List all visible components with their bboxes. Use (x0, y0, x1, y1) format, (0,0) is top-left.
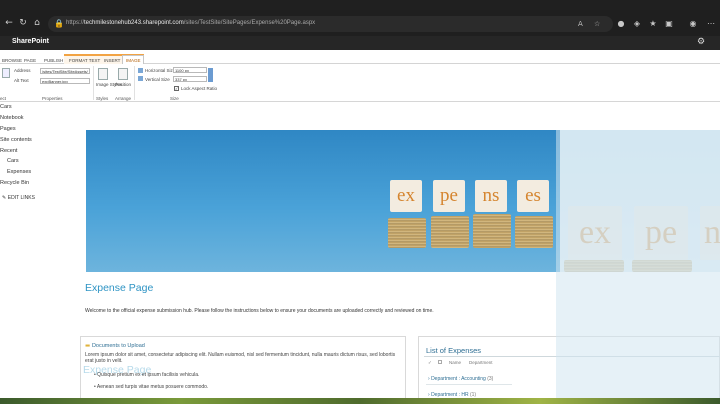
documents-title: ▬ Documents to Upload (85, 343, 145, 349)
coin-stack (473, 214, 511, 248)
edit-links-label: EDIT LINKS (7, 195, 35, 201)
refresh-icon[interactable]: ↻ (18, 18, 28, 28)
size-spinner-icon[interactable] (208, 68, 213, 82)
back-icon[interactable]: ← (4, 18, 14, 28)
nav-item-notebook[interactable]: Notebook (0, 115, 24, 121)
welcome-text: Welcome to the official expense submissi… (85, 308, 434, 314)
position-label[interactable]: Position (115, 82, 131, 87)
faded-overlay-image (556, 130, 720, 404)
profile-icon[interactable]: ◉ (688, 19, 698, 29)
extensions-puzzle-icon[interactable]: ◈ (632, 19, 642, 29)
group-properties-label: Properties (42, 96, 63, 101)
address-row: ← ↻ ⌂ 🔒 https://techmilestonehub243.shar… (0, 14, 720, 34)
block-letters: es (517, 180, 549, 212)
read-aloud-icon[interactable]: A (578, 20, 583, 28)
image-styles-icon[interactable] (98, 68, 108, 80)
collections-icon[interactable]: ▣ (664, 19, 674, 29)
desktop-wallpaper-strip (0, 398, 720, 404)
tab-insert[interactable]: INSERT (104, 58, 120, 63)
alt-text-input[interactable]: expBanner.jpg (40, 78, 90, 84)
more-menu-icon[interactable]: ⋯ (706, 19, 716, 29)
tab-image[interactable]: IMAGE (126, 58, 141, 63)
column-header-name[interactable]: Name (449, 360, 461, 365)
address-bar[interactable]: 🔒 https://techmilestonehub243.sharepoint… (48, 16, 613, 32)
vertical-size-icon (138, 76, 143, 81)
list-item: • Aenean sed turpis vitae metus posuere … (94, 384, 209, 390)
group-divider (426, 384, 512, 385)
expenses-title: List of Expenses (426, 346, 482, 355)
horizontal-size-input[interactable]: 1100 px (173, 67, 207, 73)
coin-stack (431, 216, 469, 248)
lock-aspect-checkbox[interactable]: ✓ (174, 86, 179, 91)
lock-aspect-label: Lock Aspect Ratio (181, 86, 218, 91)
nav-item-cars[interactable]: Cars (0, 104, 12, 110)
ribbon-divider (93, 66, 94, 100)
group-select-label: ect (0, 96, 7, 101)
nav-item-recycle-bin[interactable]: Recycle Bin (0, 180, 29, 186)
column-header-department[interactable]: Department (469, 360, 493, 365)
group-row-accounting[interactable]: › Department : Accounting (3) (428, 376, 493, 382)
horizontal-size-label: Horizontal Size (145, 68, 176, 73)
group-arrange-label: Arrange (115, 96, 132, 101)
ribbon-divider (134, 66, 135, 100)
alt-text-label: Alt Text (14, 78, 29, 83)
vertical-size-input[interactable]: 337 px (173, 76, 207, 82)
vertical-size-label: Vertical Size (145, 77, 170, 82)
documents-title-text: Documents to Upload (91, 343, 145, 349)
nav-item-pages[interactable]: Pages (0, 126, 16, 132)
address-label: Address (14, 68, 31, 73)
tab-page[interactable]: PAGE (24, 58, 36, 63)
settings-gear-icon[interactable]: ⚙ (697, 37, 705, 47)
suite-title[interactable]: SharePoint (12, 38, 49, 45)
group-size-label: Size (170, 96, 179, 101)
documents-body-text: Lorem ipsum dolor sit amet, consectetur … (85, 352, 396, 364)
url-text: https://techmilestonehub243.sharepoint.c… (66, 20, 316, 26)
favorites-icon[interactable]: ★ (648, 19, 658, 29)
nav-item-recent[interactable]: Recent (0, 148, 17, 154)
horizontal-size-icon (138, 68, 143, 73)
suite-bar: SharePoint ⚙ (0, 36, 720, 50)
tab-publish[interactable]: PUBLISH (44, 58, 63, 63)
nav-item-site-contents[interactable]: Site contents (0, 137, 32, 143)
browser-tab-strip (0, 0, 720, 10)
lock-icon: 🔒 (54, 19, 64, 28)
page-title: Expense Page (85, 282, 154, 294)
folder-icon: ▬ (85, 343, 92, 349)
block-letters: pe (433, 180, 465, 212)
favorite-star-icon[interactable]: ☆ (594, 20, 600, 28)
tab-browse[interactable]: BROWSE (2, 58, 22, 63)
extension-icon[interactable]: ● (616, 19, 626, 29)
nav-item-recent-cars[interactable]: Cars (7, 158, 19, 164)
select-image-icon[interactable] (2, 68, 10, 78)
coin-stack (388, 218, 426, 248)
edit-links-link[interactable]: ✎ EDIT LINKS (2, 195, 35, 201)
group-styles-label: Styles (96, 96, 109, 101)
block-letters: ns (475, 180, 507, 212)
list-item: • Quisque pretium ex et ipsum facilisis … (94, 372, 200, 378)
nav-item-recent-expenses[interactable]: Expenses (7, 169, 31, 175)
position-icon[interactable] (118, 68, 128, 80)
select-all-checkbox[interactable]: ✓ (428, 360, 432, 366)
tab-format-text[interactable]: FORMAT TEXT (69, 58, 100, 63)
type-icon (438, 360, 442, 364)
coin-stack (515, 216, 553, 248)
block-letters: ex (390, 180, 422, 212)
address-input[interactable]: /sites/TestSite/SiteAssets/ (40, 68, 90, 74)
home-icon[interactable]: ⌂ (32, 18, 42, 28)
